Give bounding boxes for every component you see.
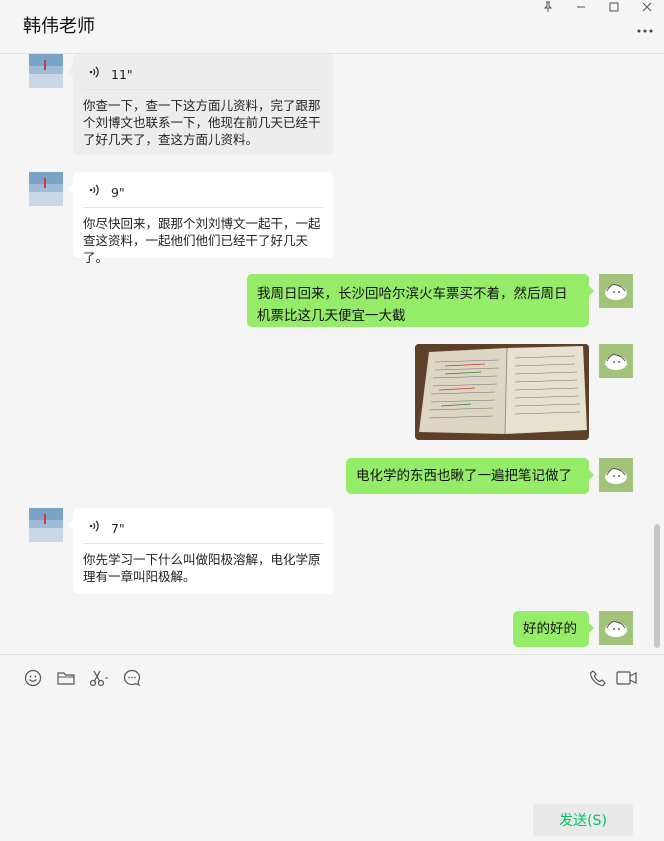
maximize-icon[interactable] bbox=[603, 0, 625, 14]
voice-call-icon[interactable] bbox=[587, 667, 609, 689]
message-list[interactable]: 11" 你查一下，查一下这方面儿资料，完了跟那个刘博文也联系一下，他现在前几天已… bbox=[0, 54, 664, 654]
voice-transcript: 你尽快回来，跟那个刘刘博文一起干，一起查这资料，一起他们他们已经干了好几天了。 bbox=[83, 216, 321, 265]
voice-icon bbox=[87, 183, 101, 201]
contact-avatar[interactable] bbox=[29, 508, 63, 542]
pin-icon[interactable] bbox=[537, 0, 559, 14]
title-bar: 韩伟老师 bbox=[0, 0, 664, 54]
chat-history-icon[interactable] bbox=[121, 667, 143, 689]
folder-icon[interactable] bbox=[55, 667, 77, 689]
contact-avatar[interactable] bbox=[29, 172, 63, 206]
close-icon[interactable] bbox=[636, 0, 658, 14]
self-avatar[interactable] bbox=[599, 611, 633, 645]
divider bbox=[83, 543, 323, 544]
voice-transcript: 你先学习一下什么叫做阳极溶解，电化学原理有一章叫阳极解。 bbox=[83, 552, 321, 584]
message-input[interactable] bbox=[20, 695, 644, 799]
contact-avatar[interactable] bbox=[29, 54, 63, 88]
send-button[interactable]: 发送(S) bbox=[533, 804, 633, 836]
self-avatar[interactable] bbox=[599, 344, 633, 378]
more-options-icon[interactable] bbox=[636, 24, 654, 38]
chat-title: 韩伟老师 bbox=[23, 16, 95, 37]
emoji-icon[interactable] bbox=[22, 667, 44, 689]
voice-duration: 9" bbox=[111, 184, 125, 200]
divider bbox=[83, 89, 323, 90]
text-message[interactable]: 电化学的东西也瞅了一遍把笔记做了 bbox=[346, 458, 594, 494]
video-call-icon[interactable] bbox=[615, 667, 639, 689]
voice-icon bbox=[87, 65, 101, 83]
text-message[interactable]: 好的好的 bbox=[513, 611, 594, 647]
voice-transcript: 你查一下，查一下这方面儿资料，完了跟那个刘博文也联系一下，他现在前几天已经干了好… bbox=[83, 98, 321, 147]
notebook-photo[interactable] bbox=[415, 344, 589, 440]
voice-duration: 11" bbox=[111, 66, 133, 82]
chat-scrollbar[interactable] bbox=[654, 524, 660, 648]
voice-message[interactable]: 7" 你先学习一下什么叫做阳极溶解，电化学原理有一章叫阳极解。 bbox=[68, 508, 333, 594]
self-avatar[interactable] bbox=[599, 274, 633, 308]
divider bbox=[83, 207, 323, 208]
minimize-icon[interactable] bbox=[570, 0, 592, 14]
voice-message[interactable]: 11" 你查一下，查一下这方面儿资料，完了跟那个刘博文也联系一下，他现在前几天已… bbox=[68, 54, 333, 155]
scissors-icon[interactable] bbox=[88, 667, 110, 689]
voice-duration: 7" bbox=[111, 520, 125, 536]
text-message[interactable]: 我周日回来，长沙回哈尔滨火车票买不着，然后周日机票比这几天便宜一大截 bbox=[247, 274, 594, 327]
voice-message[interactable]: 9" 你尽快回来，跟那个刘刘博文一起干，一起查这资料，一起他们他们已经干了好几天… bbox=[68, 172, 333, 265]
self-avatar[interactable] bbox=[599, 458, 633, 492]
voice-icon bbox=[87, 519, 101, 537]
input-area: 发送(S) bbox=[0, 654, 664, 841]
